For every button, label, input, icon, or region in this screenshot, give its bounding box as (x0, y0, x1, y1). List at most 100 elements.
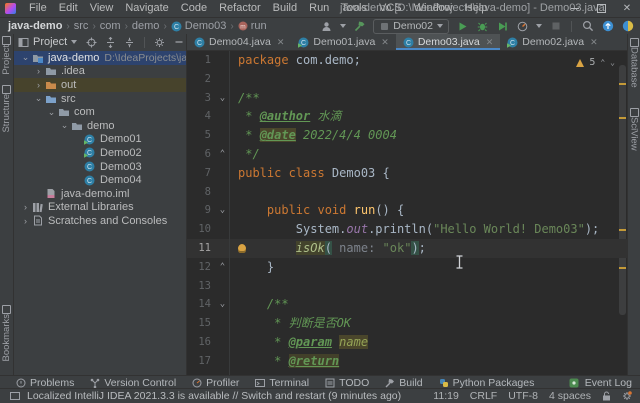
file-encoding[interactable]: UTF-8 (508, 390, 538, 402)
expand-arrow-icon[interactable]: › (33, 66, 44, 76)
fold-open-icon[interactable]: ⌄ (216, 295, 230, 314)
tree-item-out[interactable]: ›out (14, 78, 186, 92)
caret-position[interactable]: 11:19 (433, 390, 459, 402)
tree-item-demo01[interactable]: CDemo01 (14, 133, 186, 147)
expand-arrow-icon[interactable]: › (33, 80, 44, 90)
tab-demo04-java[interactable]: CDemo04.java✕ (187, 34, 291, 50)
tool-strip-structure[interactable]: Structure (1, 85, 12, 133)
code-line-6[interactable]: 6⌃ */ (187, 145, 627, 164)
tab-demo01-java[interactable]: CDemo01.java✕ (291, 34, 395, 50)
tool-strip-database[interactable]: Database (629, 38, 640, 88)
tree-item-demo[interactable]: ⌄demo (14, 119, 186, 133)
code-line-4[interactable]: 4 * @author 水滴 (187, 107, 627, 126)
close-button[interactable]: ✕ (614, 0, 640, 17)
maximize-button[interactable] (588, 0, 614, 17)
menu-file[interactable]: File (23, 0, 53, 17)
tree-item-com[interactable]: ⌄com (14, 105, 186, 119)
breadcrumb-java-demo[interactable]: java-demo (6, 20, 64, 32)
expand-arrow-icon[interactable]: › (20, 202, 31, 212)
tool-window-button-terminal[interactable]: Terminal (247, 377, 317, 389)
breadcrumb-com[interactable]: com (98, 20, 123, 32)
fold-open-icon[interactable]: ⌄ (216, 201, 230, 220)
collapse-arrow-icon[interactable]: ⌄ (20, 52, 31, 63)
fold-open-icon[interactable]: ⌄ (216, 89, 230, 108)
settings-sync-icon[interactable] (621, 20, 634, 33)
update-icon[interactable] (601, 20, 614, 33)
run-configuration-select[interactable]: Demo02 (373, 19, 449, 34)
tab-demo02-java[interactable]: CDemo02.java✕ (500, 34, 604, 50)
code-line-12[interactable]: 12⌃ } (187, 258, 627, 277)
profiler-dropdown-icon[interactable] (536, 24, 542, 28)
tab-close-icon[interactable]: ✕ (277, 37, 285, 48)
menu-run[interactable]: Run (303, 0, 335, 17)
line-separator[interactable]: CRLF (470, 390, 497, 402)
minimize-button[interactable] (562, 0, 588, 17)
lock-icon[interactable] (602, 391, 611, 401)
gear-badge-icon[interactable] (622, 391, 632, 401)
tool-window-button-version-control[interactable]: Version Control (82, 377, 184, 389)
tab-close-icon[interactable]: ✕ (486, 37, 494, 48)
menu-build[interactable]: Build (267, 0, 303, 17)
code-line-5[interactable]: 5 * @date 2022/4/4 0004 (187, 126, 627, 145)
menu-view[interactable]: View (84, 0, 120, 17)
code-editor[interactable]: 5 ⌃ ⌄ 1package com.demo;23⌄/**4 * @autho… (187, 51, 627, 376)
inspections-widget[interactable]: 5 ⌃ ⌄ (576, 54, 615, 73)
search-everywhere-icon[interactable] (581, 20, 594, 33)
indent-style[interactable]: 4 spaces (549, 390, 591, 402)
menu-refactor[interactable]: Refactor (213, 0, 267, 17)
tool-strip-sciview[interactable]: SciView (629, 108, 640, 151)
run-button[interactable] (456, 20, 469, 33)
tool-window-button-build[interactable]: Build (377, 377, 430, 389)
breadcrumb-run[interactable]: mrun (236, 20, 269, 32)
gear-icon[interactable] (153, 36, 166, 49)
tab-demo03-java[interactable]: CDemo03.java✕ (396, 34, 500, 50)
collapse-arrow-icon[interactable]: ⌄ (59, 120, 70, 131)
tree-item-demo04[interactable]: CDemo04 (14, 173, 186, 187)
code-line-17[interactable]: 17 * @return (187, 352, 627, 371)
tree-item-java-demo[interactable]: ⌄java-demoD:\IdeaProjects\java-demo (14, 51, 186, 65)
profiler-button[interactable] (516, 20, 529, 33)
tree-item-demo02[interactable]: CDemo02 (14, 146, 186, 160)
code-line-16[interactable]: 16 * @param name (187, 333, 627, 352)
tool-window-button-profiler[interactable]: Profiler (184, 377, 247, 389)
user-dropdown-icon[interactable] (340, 24, 346, 28)
code-line-7[interactable]: 7public class Demo03 { (187, 164, 627, 183)
tool-strip-project[interactable]: Project (1, 36, 12, 75)
code-line-10[interactable]: 10 System.out.println("Hello World! Demo… (187, 220, 627, 239)
breadcrumb-src[interactable]: src (72, 20, 91, 32)
collapse-arrow-icon[interactable]: ⌄ (46, 107, 57, 118)
menu-code[interactable]: Code (175, 0, 213, 17)
tab-close-icon[interactable]: ✕ (590, 37, 598, 48)
tree-item-external-libraries[interactable]: ›External Libraries (14, 201, 186, 215)
code-line-3[interactable]: 3⌄/** (187, 89, 627, 108)
tree-item-demo03[interactable]: CDemo03 (14, 160, 186, 174)
fold-close-icon[interactable]: ⌃ (216, 258, 230, 277)
tool-strip-bookmarks[interactable]: Bookmarks (1, 305, 12, 362)
select-opened-file-icon[interactable] (85, 36, 98, 49)
build-hammer-icon[interactable] (353, 20, 366, 33)
status-message[interactable]: Localized IntelliJ IDEA 2021.3.3 is avai… (27, 390, 401, 402)
tool-window-button-todo[interactable]: TODO (317, 377, 377, 389)
prev-warning-icon[interactable]: ⌃ (600, 54, 605, 73)
collapse-all-icon[interactable] (123, 36, 136, 49)
tree-item-scratches-and-consoles[interactable]: ›Scratches and Consoles (14, 214, 186, 228)
tree-item-java-demo-iml[interactable]: java-demo.iml (14, 187, 186, 201)
window-status-icon[interactable] (8, 390, 21, 403)
code-line-11[interactable]: 11 isOk( name: "ok"); (187, 239, 627, 258)
code-line-9[interactable]: 9⌄ public void run() { (187, 201, 627, 220)
tab-close-icon[interactable]: ✕ (381, 37, 389, 48)
debug-button[interactable] (476, 20, 489, 33)
collapse-arrow-icon[interactable]: ⌄ (33, 93, 44, 104)
code-line-8[interactable]: 8 (187, 183, 627, 202)
breadcrumb-demo03[interactable]: CDemo03 (169, 20, 229, 32)
hide-panel-icon[interactable] (172, 36, 185, 49)
intention-bulb-icon[interactable] (238, 244, 246, 253)
code-line-15[interactable]: 15 * 判断是否OK (187, 314, 627, 333)
code-line-2[interactable]: 2 (187, 70, 627, 89)
menu-navigate[interactable]: Navigate (119, 0, 174, 17)
user-icon[interactable] (320, 20, 333, 33)
code-line-14[interactable]: 14⌄ /** (187, 295, 627, 314)
code-line-13[interactable]: 13 (187, 277, 627, 296)
expand-arrow-icon[interactable]: › (20, 216, 31, 226)
menu-edit[interactable]: Edit (53, 0, 84, 17)
